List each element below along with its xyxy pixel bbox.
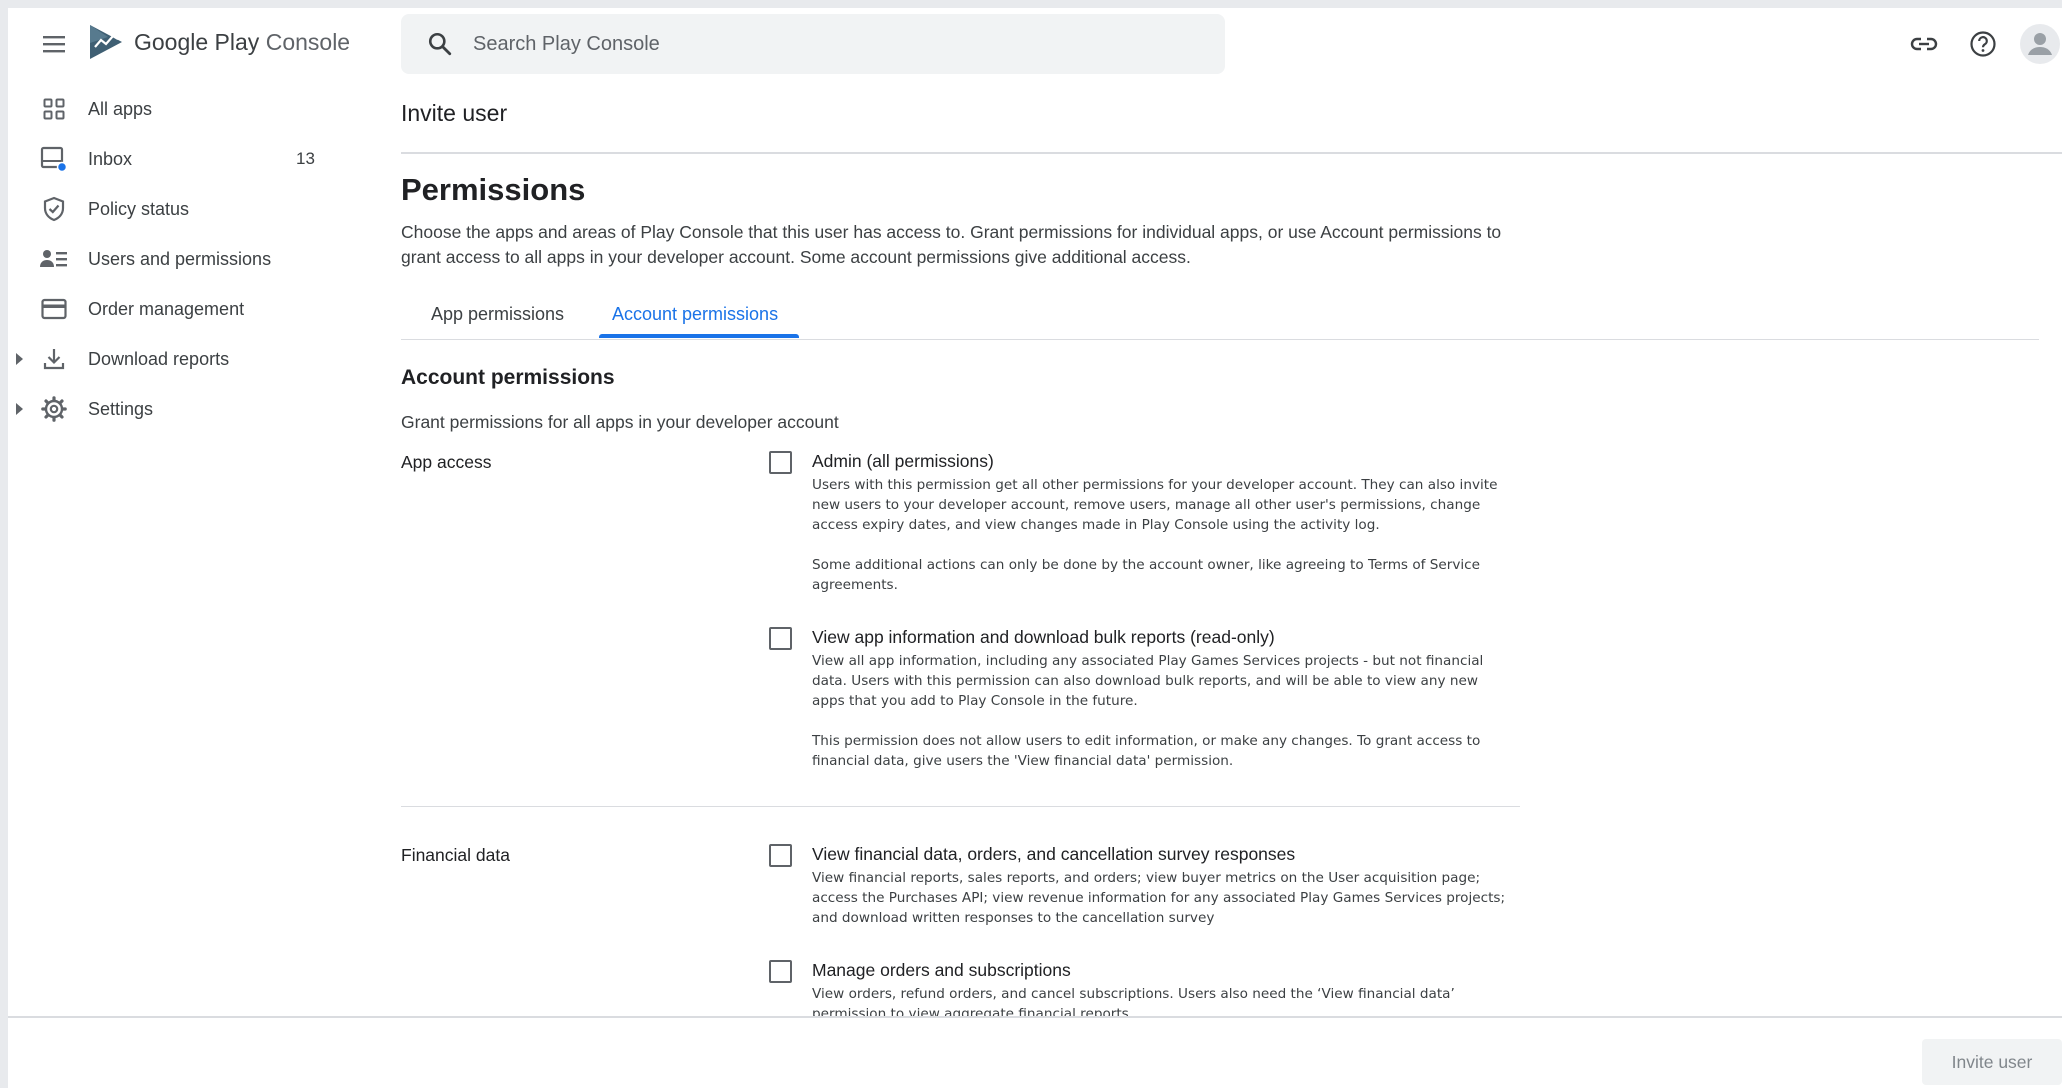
expand-caret-icon[interactable]: [16, 353, 23, 365]
logo-google-play: Google Play: [134, 28, 260, 55]
users-icon: [40, 245, 68, 273]
group-label-app-access: App access: [401, 452, 492, 472]
active-tab-indicator: [599, 334, 799, 338]
invite-user-button[interactable]: Invite user: [1922, 1039, 2062, 1085]
permission-note: This permission does not allow users to …: [812, 733, 1481, 769]
gear-icon: [40, 395, 68, 423]
permission-note: Some additional actions can only be done…: [812, 557, 1480, 593]
view-financial-data-checkbox[interactable]: [769, 844, 792, 867]
search-icon: [428, 32, 452, 56]
sidebar-item-label: Settings: [88, 398, 154, 419]
admin-checkbox[interactable]: [769, 451, 792, 474]
help-button[interactable]: [1965, 26, 2001, 62]
sidebar-item-inbox[interactable]: Inbox 13: [8, 134, 328, 184]
permission-view-financial-data: View financial data, orders, and cancell…: [769, 842, 1511, 928]
link-icon: [1910, 37, 1938, 51]
permission-description: Users with this permission get all other…: [812, 477, 1498, 533]
expand-caret-icon[interactable]: [16, 403, 23, 415]
copy-link-button[interactable]: [1906, 26, 1942, 62]
shield-icon: [40, 195, 68, 223]
help-icon: [1970, 31, 1996, 57]
menu-button[interactable]: [38, 28, 70, 60]
permission-title: Admin (all permissions): [812, 451, 994, 471]
avatar-icon: [2020, 24, 2060, 64]
sidebar-item-settings[interactable]: Settings: [8, 384, 328, 434]
sidebar-item-all-apps[interactable]: All apps: [8, 84, 328, 134]
section-description: Choose the apps and areas of Play Consol…: [401, 222, 1502, 267]
sidebar-item-label: Users and permissions: [88, 248, 272, 269]
sidebar-item-label: Inbox: [88, 148, 133, 169]
sidebar-item-policy-status[interactable]: Policy status: [8, 184, 328, 234]
logo-text: Google Play Console: [134, 29, 350, 56]
sidebar-nav: All apps Inbox 13 Policy status Users an…: [8, 84, 328, 434]
sidebar-item-users-and-permissions[interactable]: Users and permissions: [8, 234, 328, 284]
hamburger-menu-icon: [43, 36, 65, 53]
search-box[interactable]: Search Play Console: [401, 14, 1225, 74]
title-divider: [401, 152, 2062, 154]
window-top-border: [0, 0, 2062, 8]
sidebar-item-label: Download reports: [88, 348, 230, 369]
play-console-logo[interactable]: Google Play Console: [88, 22, 350, 62]
sidebar-item-download-reports[interactable]: Download reports: [8, 334, 328, 384]
permission-title: View app information and download bulk r…: [812, 627, 1275, 647]
footer-action-bar: [8, 1016, 2062, 1088]
sidebar-item-order-management[interactable]: Order management: [8, 284, 328, 334]
permission-manage-orders: Manage orders and subscriptions View ord…: [769, 958, 1511, 1024]
card-icon: [40, 295, 68, 323]
permission-description: View all app information, including any …: [812, 653, 1484, 709]
search-input[interactable]: Search Play Console: [473, 33, 660, 56]
logo-console: Console: [265, 28, 351, 55]
download-icon: [40, 345, 68, 373]
permission-description: View financial reports, sales reports, a…: [812, 870, 1506, 926]
page-title: Invite user: [401, 100, 508, 126]
inbox-count-badge: 13: [296, 149, 315, 168]
play-console-logo-icon: [90, 25, 122, 59]
inbox-icon: [40, 145, 68, 173]
sidebar-item-label: Policy status: [88, 198, 190, 219]
manage-orders-checkbox[interactable]: [769, 960, 792, 983]
permission-view-app-info: View app information and download bulk r…: [769, 625, 1511, 771]
view-app-info-checkbox[interactable]: [769, 627, 792, 650]
account-avatar[interactable]: [2020, 24, 2060, 64]
permission-title: View financial data, orders, and cancell…: [812, 844, 1296, 864]
section-title: Permissions: [401, 172, 586, 207]
group-label-financial-data: Financial data: [401, 845, 510, 865]
tab-app-permissions[interactable]: App permissions: [431, 304, 564, 340]
group-divider: [401, 806, 1520, 807]
grid-icon: [40, 95, 68, 123]
account-permissions-description: Grant permissions for all apps in your d…: [401, 412, 839, 432]
account-permissions-heading: Account permissions: [401, 366, 615, 389]
sidebar-item-label: Order management: [88, 298, 245, 319]
permission-admin: Admin (all permissions) Users with this …: [769, 449, 1511, 595]
permission-title: Manage orders and subscriptions: [812, 960, 1071, 980]
window-left-border: [0, 0, 8, 1088]
sidebar-item-label: All apps: [88, 98, 153, 119]
